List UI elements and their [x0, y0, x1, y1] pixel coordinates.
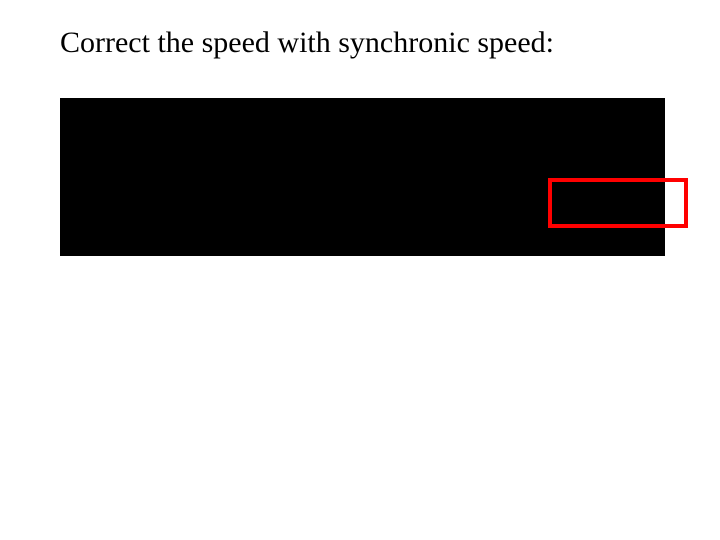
- page-heading: Correct the speed with synchronic speed:: [60, 26, 554, 60]
- redacted-block: [60, 98, 665, 256]
- highlight-box: [548, 178, 688, 228]
